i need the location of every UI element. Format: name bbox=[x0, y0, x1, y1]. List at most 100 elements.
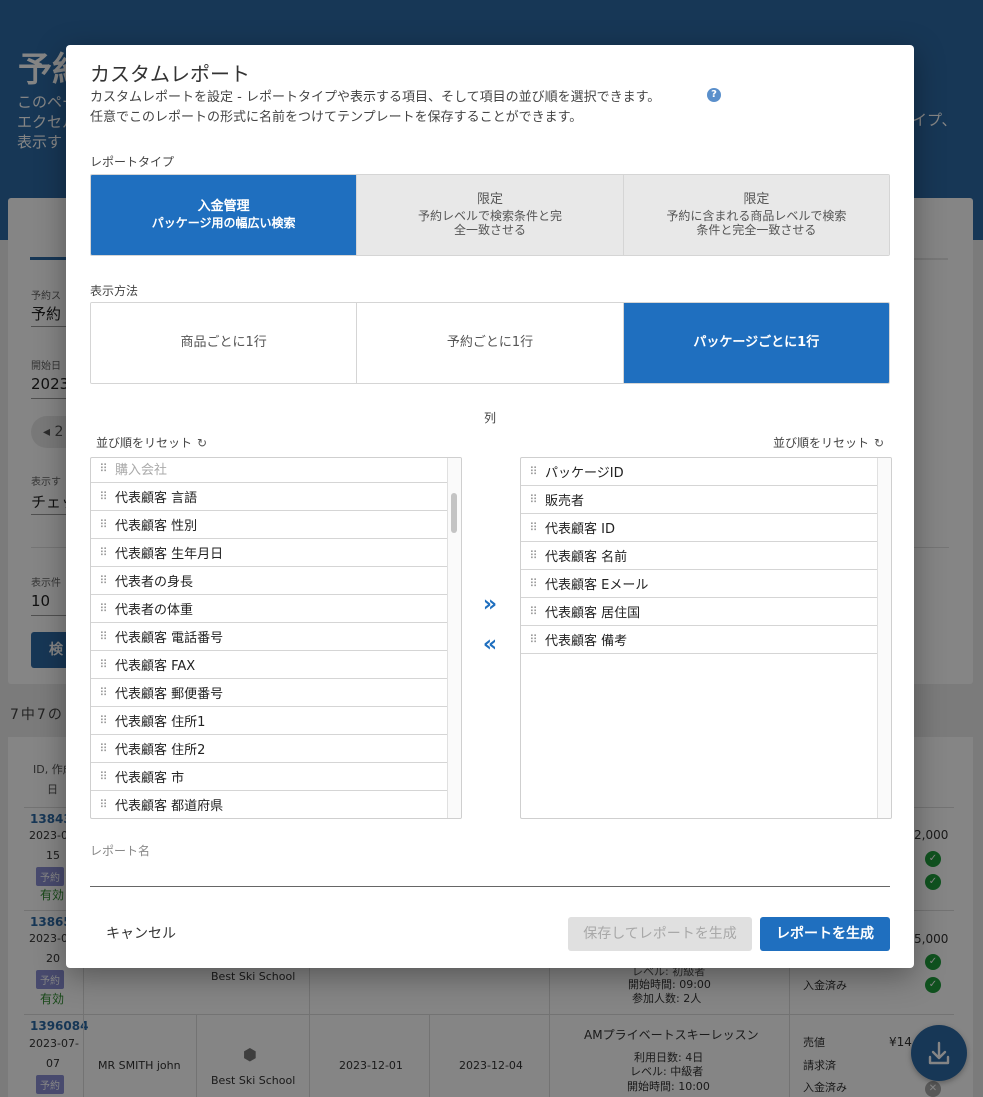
drag-handle-icon[interactable]: ⠿ bbox=[521, 549, 545, 562]
list-item[interactable]: ⠿ 代表顧客 都道府県 bbox=[91, 791, 447, 818]
list-item-label: 代表顧客 郵便番号 bbox=[115, 687, 224, 702]
list-item-label: 代表顧客 Eメール bbox=[545, 578, 649, 593]
reset-order-right[interactable]: 並び順をリセット ↻ bbox=[773, 434, 884, 451]
list-item[interactable]: ⠿ 代表顧客 ID bbox=[521, 514, 877, 542]
report-type-title: 限定 bbox=[743, 192, 770, 207]
refresh-icon: ↻ bbox=[197, 435, 208, 450]
drag-handle-icon[interactable]: ⠿ bbox=[91, 686, 115, 699]
list-item[interactable]: ⠿ 代表顧客 住所2 bbox=[91, 735, 447, 763]
save-and-generate-button[interactable]: 保存してレポートを生成 bbox=[568, 917, 752, 951]
reset-label: 並び順をリセット bbox=[773, 436, 870, 450]
list-item[interactable]: ⠿ 代表顧客 生年月日 bbox=[91, 539, 447, 567]
report-type-subtitle: パッケージ用の幅広い検索 bbox=[151, 216, 296, 230]
list-item-label: 購入会社 bbox=[115, 463, 168, 478]
list-item-label: 代表顧客 言語 bbox=[115, 491, 198, 506]
display-per-product[interactable]: 商品ごとに1行 bbox=[91, 303, 358, 383]
custom-report-dialog: カスタムレポート カスタムレポートを設定 - レポートタイプや表示する項目、そし… bbox=[66, 45, 914, 968]
drag-handle-icon[interactable]: ⠿ bbox=[521, 521, 545, 534]
report-type-title: 入金管理 bbox=[197, 199, 250, 214]
drag-handle-icon[interactable]: ⠿ bbox=[91, 658, 115, 671]
report-name-label: レポート名 bbox=[90, 844, 151, 858]
drag-handle-icon[interactable]: ⠿ bbox=[521, 605, 545, 618]
list-item-label: 代表顧客 備考 bbox=[545, 634, 628, 649]
display-per-booking[interactable]: 予約ごとに1行 bbox=[357, 303, 624, 383]
list-item-label: 代表者の体重 bbox=[115, 603, 194, 618]
help-icon[interactable]: ? bbox=[707, 88, 721, 102]
display-method-label: 表示方法 bbox=[90, 284, 139, 298]
list-item[interactable]: ⠿ 代表顧客 市 bbox=[91, 763, 447, 791]
dialog-description-line: 任意でこのレポートの形式に名前をつけてテンプレートを保存することができます。 bbox=[90, 110, 583, 125]
list-item[interactable]: ⠿ 代表顧客 性別 bbox=[91, 511, 447, 539]
selected-columns-list[interactable]: ⠿ パッケージID ⠿ 販売者 ⠿ 代表顧客 ID ⠿ 代表顧客 名前 ⠿ 代表顧客 Eメ… bbox=[520, 457, 892, 819]
list-item[interactable]: ⠿ 代表顧客 住所1 bbox=[91, 707, 447, 735]
report-type-product-exact[interactable]: 限定 予約に含まれる商品レベルで検索条件と完全一致させる bbox=[623, 175, 889, 255]
list-item-label: 代表顧客 都道府県 bbox=[115, 799, 224, 814]
drag-handle-icon[interactable]: ⠿ bbox=[91, 602, 115, 615]
drag-handle-icon[interactable]: ⠿ bbox=[91, 770, 115, 783]
cancel-button[interactable]: キャンセル bbox=[90, 917, 192, 951]
drag-handle-icon[interactable]: ⠿ bbox=[521, 577, 545, 590]
list-item[interactable]: ⠿ 代表顧客 Eメール bbox=[521, 570, 877, 598]
report-type-subtitle: 予約に含まれる商品レベルで検索条件と完全一致させる bbox=[666, 209, 847, 237]
drag-handle-icon[interactable]: ⠿ bbox=[91, 630, 115, 643]
scrollbar[interactable] bbox=[877, 458, 891, 818]
available-columns-list[interactable]: ⠿ 購入会社 ⠿ 代表顧客 言語 ⠿ 代表顧客 性別 ⠿ 代表顧客 生年月日 ⠿ 代表者の… bbox=[90, 457, 462, 819]
list-item[interactable]: ⠿ 代表顧客 居住国 bbox=[521, 598, 877, 626]
report-type-label: レポートタイプ bbox=[90, 155, 175, 169]
list-item[interactable]: ⠿ パッケージID bbox=[521, 458, 877, 486]
drag-handle-icon[interactable]: ⠿ bbox=[521, 465, 545, 478]
list-item[interactable]: ⠿ 代表者の体重 bbox=[91, 595, 447, 623]
list-item-label: 代表顧客 電話番号 bbox=[115, 631, 224, 646]
scrollbar-thumb[interactable] bbox=[451, 493, 457, 533]
list-item[interactable]: ⠿ 代表者の身長 bbox=[91, 567, 447, 595]
list-item-label: 代表顧客 性別 bbox=[115, 519, 198, 534]
list-item-label: 代表顧客 住所2 bbox=[115, 743, 206, 758]
list-item-label: 代表者の身長 bbox=[115, 575, 194, 590]
list-item[interactable]: ⠿ 代表顧客 備考 bbox=[521, 626, 877, 654]
list-item-label: 代表顧客 住所1 bbox=[115, 715, 206, 730]
report-type-selector: 入金管理 パッケージ用の幅広い検索 限定 予約レベルで検索条件と完全一致させる … bbox=[90, 174, 890, 256]
report-type-booking-exact[interactable]: 限定 予約レベルで検索条件と完全一致させる bbox=[357, 175, 624, 255]
drag-handle-icon[interactable]: ⠿ bbox=[91, 518, 115, 531]
list-item[interactable]: ⠿ 代表顧客 FAX bbox=[91, 651, 447, 679]
list-item-label: パッケージID bbox=[545, 466, 624, 481]
drag-handle-icon[interactable]: ⠿ bbox=[91, 546, 115, 559]
list-item-label: 代表顧客 FAX bbox=[115, 659, 196, 674]
report-name-input[interactable] bbox=[90, 865, 890, 887]
dialog-title: カスタムレポート bbox=[90, 62, 250, 86]
report-type-title: 限定 bbox=[476, 192, 503, 207]
drag-handle-icon[interactable]: ⠿ bbox=[521, 493, 545, 506]
add-columns-button[interactable]: » bbox=[480, 592, 500, 617]
reset-order-left[interactable]: 並び順をリセット ↻ bbox=[96, 434, 207, 451]
list-item-label: 代表顧客 市 bbox=[115, 771, 185, 786]
dialog-description-line: カスタムレポートを設定 - レポートタイプや表示する項目、そして項目の並び順を選… bbox=[90, 90, 661, 105]
list-item-label: 代表顧客 居住国 bbox=[545, 606, 641, 621]
list-item[interactable]: ⠿ 代表顧客 名前 bbox=[521, 542, 877, 570]
list-item-label: 代表顧客 ID bbox=[545, 522, 615, 537]
drag-handle-icon[interactable]: ⠿ bbox=[91, 574, 115, 587]
display-method-selector: 商品ごとに1行 予約ごとに1行 パッケージごとに1行 bbox=[90, 302, 890, 384]
remove-columns-button[interactable]: « bbox=[480, 632, 500, 657]
drag-handle-icon[interactable]: ⠿ bbox=[91, 490, 115, 503]
list-item[interactable]: ⠿ 代表顧客 郵便番号 bbox=[91, 679, 447, 707]
report-type-payment[interactable]: 入金管理 パッケージ用の幅広い検索 bbox=[91, 175, 358, 255]
drag-handle-icon[interactable]: ⠿ bbox=[91, 798, 115, 811]
list-item[interactable]: ⠿ 購入会社 bbox=[91, 458, 447, 483]
scrollbar[interactable] bbox=[447, 458, 461, 818]
drag-handle-icon[interactable]: ⠿ bbox=[91, 742, 115, 755]
list-item[interactable]: ⠿ 販売者 bbox=[521, 486, 877, 514]
columns-label: 列 bbox=[484, 411, 497, 425]
report-type-subtitle: 予約レベルで検索条件と完全一致させる bbox=[417, 209, 562, 237]
generate-report-button[interactable]: レポートを生成 bbox=[760, 917, 890, 951]
drag-handle-icon[interactable]: ⠿ bbox=[91, 462, 115, 475]
drag-handle-icon[interactable]: ⠿ bbox=[521, 633, 545, 646]
display-per-package[interactable]: パッケージごとに1行 bbox=[623, 303, 889, 383]
list-item-label: 代表顧客 生年月日 bbox=[115, 547, 224, 562]
list-item-label: 代表顧客 名前 bbox=[545, 550, 628, 565]
refresh-icon: ↻ bbox=[874, 435, 885, 450]
dialog-description: カスタムレポートを設定 - レポートタイプや表示する項目、そして項目の並び順を選… bbox=[90, 88, 660, 128]
list-item[interactable]: ⠿ 代表顧客 電話番号 bbox=[91, 623, 447, 651]
drag-handle-icon[interactable]: ⠿ bbox=[91, 714, 115, 727]
list-item-label: 販売者 bbox=[545, 494, 585, 509]
list-item[interactable]: ⠿ 代表顧客 言語 bbox=[91, 483, 447, 511]
